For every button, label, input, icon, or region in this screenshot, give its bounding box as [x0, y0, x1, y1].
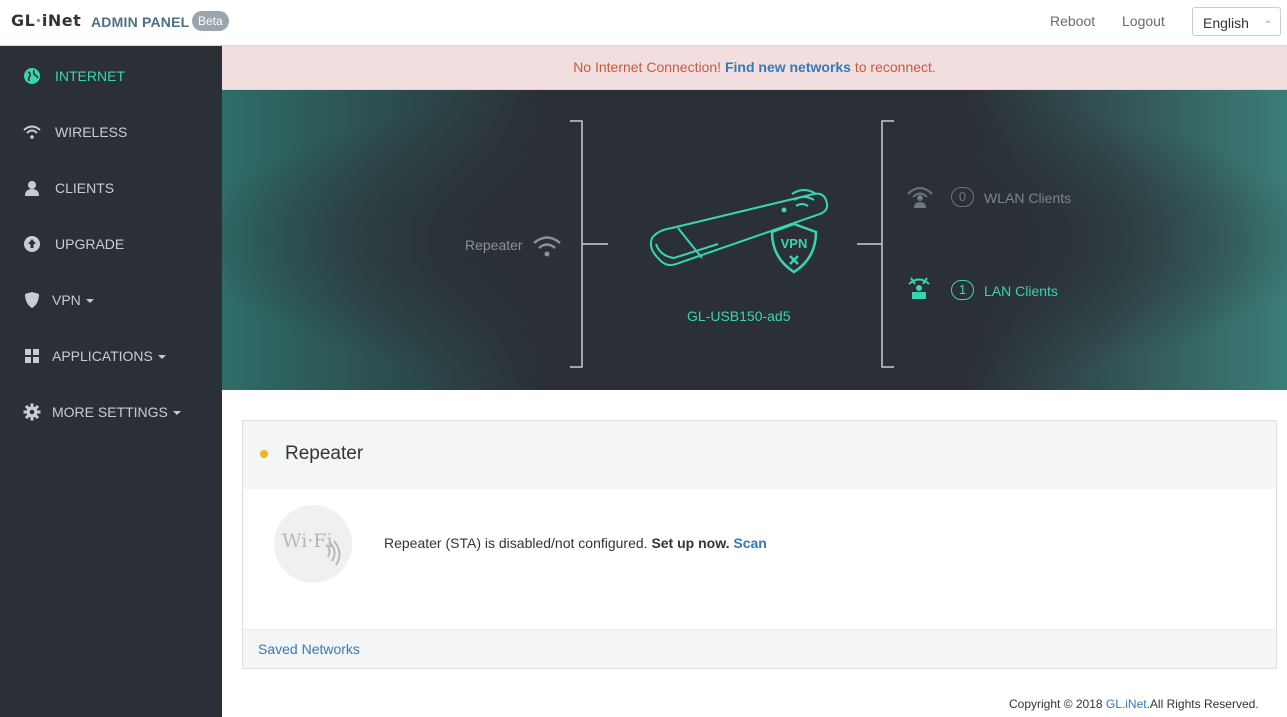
- caret-down-icon: [85, 299, 94, 304]
- wlan-clients-count: 0: [951, 187, 974, 207]
- grid-icon: [23, 347, 41, 365]
- caret-down-icon: [157, 355, 166, 360]
- caret-down-icon: [172, 411, 181, 416]
- sidebar-item-label: INTERNET: [55, 68, 125, 84]
- logout-link[interactable]: Logout: [1122, 13, 1165, 29]
- find-networks-link[interactable]: Find new networks: [725, 59, 851, 75]
- copyright-suffix: .All Rights Reserved.: [1146, 697, 1259, 711]
- gear-icon: [23, 403, 41, 421]
- sidebar-item-applications[interactable]: APPLICATIONS: [0, 328, 222, 384]
- brand-logo[interactable]: GL·iNet: [11, 11, 81, 30]
- brand-link[interactable]: GL.iNet: [1106, 697, 1147, 711]
- wifi-logo-icon: Wi·Fi: [274, 505, 352, 583]
- sidebar-item-label: CLIENTS: [55, 180, 115, 196]
- alert-text: No Internet Connection!: [573, 59, 722, 75]
- sidebar-item-internet[interactable]: INTERNET: [0, 48, 222, 104]
- sidebar-item-label: MORE SETTINGS: [52, 404, 168, 420]
- top-header: GL·iNet ADMIN PANEL Beta Reboot Logout E…: [0, 0, 1287, 46]
- panel-header: Repeater: [243, 421, 1276, 489]
- sidebar-item-more-settings[interactable]: MORE SETTINGS: [0, 384, 222, 440]
- user-icon: [23, 179, 41, 197]
- lan-clients-count: 1: [951, 280, 974, 300]
- sidebar-item-label-wrap: MORE SETTINGS: [52, 404, 181, 420]
- logo-dot: ·: [35, 11, 42, 30]
- panel-footer: Saved Networks: [243, 629, 1276, 668]
- admin-panel-title: ADMIN PANEL: [91, 14, 190, 30]
- device-name: GL-USB150-ad5: [687, 308, 791, 324]
- sidebar-item-label: VPN: [52, 292, 81, 308]
- shield-icon: [23, 291, 41, 309]
- repeater-status-message: Repeater (STA) is disabled/not configure…: [384, 535, 767, 551]
- sidebar-item-label: WIRELESS: [55, 124, 128, 140]
- sidebar-nav: INTERNET WIRELESS CLIENTS UPGRADE VPN AP…: [0, 46, 222, 717]
- wifi-icon: [23, 123, 41, 141]
- language-value: English: [1203, 15, 1249, 31]
- network-topology-banner: Repeater VPN GL-USB150-ad5 0 WLAN Client…: [222, 90, 1287, 390]
- sidebar-item-label-wrap: VPN: [52, 292, 94, 308]
- logo-suffix: iNet: [41, 11, 82, 30]
- sidebar-item-wireless[interactable]: WIRELESS: [0, 104, 222, 160]
- status-indicator: [260, 450, 268, 458]
- logo-prefix: GL: [11, 11, 36, 30]
- reboot-link[interactable]: Reboot: [1050, 13, 1095, 29]
- sidebar-item-upgrade[interactable]: UPGRADE: [0, 216, 222, 272]
- copyright: Copyright © 2018 GL.iNet.All Rights Rese…: [1009, 697, 1259, 711]
- sidebar-item-label: APPLICATIONS: [52, 348, 153, 364]
- sidebar-item-label-wrap: APPLICATIONS: [52, 348, 166, 364]
- globe-icon: [23, 67, 41, 85]
- sidebar-item-vpn[interactable]: VPN: [0, 272, 222, 328]
- panel-title: Repeater: [285, 443, 364, 464]
- sidebar-item-label: UPGRADE: [55, 236, 125, 252]
- vpn-badge-text: VPN: [781, 236, 808, 251]
- scan-link[interactable]: Scan: [733, 535, 766, 551]
- wifi-logo-text: Wi·Fi: [282, 530, 333, 552]
- status-text: Repeater (STA) is disabled/not configure…: [384, 535, 648, 551]
- repeater-label: Repeater: [465, 237, 523, 253]
- repeater-panel: Repeater Wi·Fi Repeater (STA) is disable…: [242, 420, 1277, 669]
- language-select[interactable]: English ⌄: [1192, 7, 1281, 36]
- saved-networks-link[interactable]: Saved Networks: [258, 641, 360, 657]
- copyright-text: Copyright © 2018: [1009, 697, 1103, 711]
- lan-clients-label[interactable]: LAN Clients: [984, 283, 1058, 299]
- wlan-clients-label[interactable]: WLAN Clients: [984, 190, 1071, 206]
- sidebar-item-clients[interactable]: CLIENTS: [0, 160, 222, 216]
- upload-icon: [23, 235, 41, 253]
- no-internet-alert: No Internet Connection! Find new network…: [222, 46, 1287, 90]
- beta-badge: Beta: [192, 11, 229, 31]
- alert-text-suffix: to reconnect.: [854, 59, 936, 75]
- chevron-down-icon: ⌄: [1263, 15, 1272, 26]
- setup-text: Set up now.: [651, 535, 730, 551]
